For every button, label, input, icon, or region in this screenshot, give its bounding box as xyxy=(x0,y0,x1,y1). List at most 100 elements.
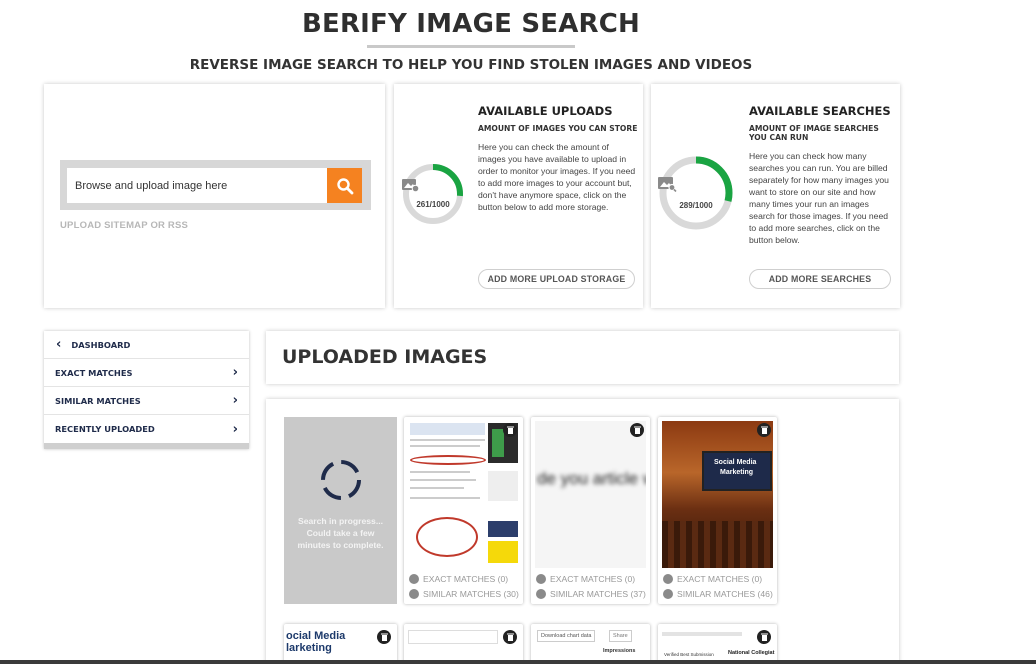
sidebar-item-label: RECENTLY UPLOADED xyxy=(55,424,155,434)
thumbnail-content xyxy=(410,455,486,465)
thumbnail-content xyxy=(410,487,464,489)
upload-card: Browse and upload image here UPLOAD SITE… xyxy=(44,84,385,308)
search-icon xyxy=(336,177,353,194)
sidebar-item-dashboard[interactable]: ‹ DASHBOARD xyxy=(44,331,249,359)
thumbnail-content xyxy=(410,445,480,447)
delete-trash-icon[interactable] xyxy=(377,630,391,644)
thumbnail-text: Impressions xyxy=(603,648,636,654)
search-button[interactable] xyxy=(327,168,362,203)
uploaded-image-card[interactable]: Social Media Marketing EXACT MATCHES (0)… xyxy=(658,417,777,604)
thumbnail-content xyxy=(410,423,485,435)
uploaded-image-thumbnail[interactable]: Social Media Marketing xyxy=(662,421,773,568)
uploaded-image-thumbnail[interactable]: de you article wi xyxy=(535,421,646,568)
banner-text-1: Social Media xyxy=(714,459,757,466)
globe-icon xyxy=(409,574,419,584)
chevron-right-icon: › xyxy=(232,421,238,437)
thumbnail-content xyxy=(416,517,478,557)
share-icon xyxy=(536,589,546,599)
delete-trash-icon[interactable] xyxy=(503,630,517,644)
pending-search-text: Search in progress... Could take a few m… xyxy=(297,516,384,550)
section-title: UPLOADED IMAGES xyxy=(282,346,488,368)
pending-search-tile: Search in progress... Could take a few m… xyxy=(284,417,397,604)
uploaded-image-card[interactable]: Download chart data Share Impressions xyxy=(531,624,650,664)
sidebar-item-label: DASHBOARD xyxy=(71,339,131,350)
similar-matches-link[interactable]: SIMILAR MATCHES (30) xyxy=(409,589,519,599)
similar-matches-link[interactable]: SIMILAR MATCHES (37) xyxy=(536,589,646,599)
uploaded-image-card[interactable]: ocial Media larketing xyxy=(284,624,397,664)
thumbnail-text: Share xyxy=(609,630,632,642)
uploaded-image-card[interactable]: Verified Best Submission National Colleg… xyxy=(658,624,777,664)
uploaded-image-card[interactable]: de you article wi EXACT MATCHES (0) SIMI… xyxy=(531,417,650,604)
sidebar-nav: ‹ DASHBOARD EXACT MATCHES › SIMILAR MATC… xyxy=(44,331,249,449)
image-upload-icon xyxy=(401,178,465,192)
thumbnail-text: Verified Best Submission xyxy=(664,652,714,657)
uploads-title: AVAILABLE UPLOADS xyxy=(478,104,613,118)
thumbnail-content xyxy=(410,479,476,481)
delete-trash-icon[interactable] xyxy=(757,423,771,437)
delete-trash-icon[interactable] xyxy=(757,630,771,644)
searches-description: Here you can check how many searches you… xyxy=(749,151,889,245)
thumbnail-content xyxy=(408,630,498,644)
thumbnail-content xyxy=(662,632,742,636)
uploaded-images-header: UPLOADED IMAGES xyxy=(266,331,899,384)
blurred-text: de you article wi xyxy=(537,469,646,488)
searches-title: AVAILABLE SEARCHES xyxy=(749,104,891,118)
sidebar-item-exact-matches[interactable]: EXACT MATCHES › xyxy=(44,359,249,387)
thumbnail-text: ocial Media xyxy=(286,630,346,642)
thumbnail-text: larketing xyxy=(286,642,332,654)
exact-matches-link[interactable]: EXACT MATCHES (0) xyxy=(663,574,762,584)
similar-matches-label: SIMILAR MATCHES (30) xyxy=(423,589,519,599)
searches-count: 289/1000 xyxy=(679,201,713,210)
exact-matches-label: EXACT MATCHES (0) xyxy=(423,574,509,584)
thumbnail-content xyxy=(410,471,470,473)
thumbnail-content xyxy=(662,521,773,568)
delete-trash-icon[interactable] xyxy=(503,423,517,437)
thumbnail-content xyxy=(410,439,485,441)
thumbnail-text: Download chart data xyxy=(537,630,596,642)
thumbnail-content xyxy=(488,471,518,501)
loading-spinner-icon xyxy=(321,460,361,500)
chevron-right-icon: › xyxy=(232,393,238,408)
uploads-count: 261/1000 xyxy=(416,200,450,209)
thumbnail-content xyxy=(488,541,518,563)
page-subtitle: REVERSE IMAGE SEARCH TO HELP YOU FIND ST… xyxy=(189,57,753,73)
upload-box: Browse and upload image here xyxy=(60,160,371,210)
chevron-right-icon: › xyxy=(232,365,238,380)
delete-trash-icon[interactable] xyxy=(630,423,644,437)
share-icon xyxy=(409,589,419,599)
upload-sitemap-link[interactable]: UPLOAD SITEMAP OR RSS xyxy=(60,220,188,231)
similar-matches-label: SIMILAR MATCHES (37) xyxy=(550,589,646,599)
exact-matches-link[interactable]: EXACT MATCHES (0) xyxy=(536,574,635,584)
chevron-left-icon: ‹ xyxy=(56,337,62,352)
page-title: BERIFY IMAGE SEARCH xyxy=(301,9,640,39)
sidebar-item-label: EXACT MATCHES xyxy=(55,367,133,378)
add-upload-storage-button[interactable]: ADD MORE UPLOAD STORAGE xyxy=(478,269,635,289)
image-search-icon xyxy=(657,176,735,192)
globe-icon xyxy=(536,574,546,584)
globe-icon xyxy=(663,574,673,584)
exact-matches-label: EXACT MATCHES (0) xyxy=(677,574,763,584)
banner-text-2: Marketing xyxy=(720,469,754,476)
thumbnail-content xyxy=(488,521,518,537)
searches-subtitle: AMOUNT OF IMAGE SEARCHES YOU CAN RUN xyxy=(749,124,879,142)
uploads-ring: 261/1000 xyxy=(401,162,465,226)
browse-upload-input[interactable]: Browse and upload image here xyxy=(67,168,327,203)
sidebar-item-recently-uploaded[interactable]: RECENTLY UPLOADED › xyxy=(44,415,249,443)
title-underline xyxy=(367,45,575,48)
available-searches-card: 289/1000 AVAILABLE SEARCHES AMOUNT OF IM… xyxy=(651,84,900,308)
searches-ring: 289/1000 xyxy=(657,154,735,232)
similar-matches-link[interactable]: SIMILAR MATCHES (46) xyxy=(663,589,773,599)
uploaded-image-card[interactable]: EXACT MATCHES (0) SIMILAR MATCHES (30) xyxy=(404,417,523,604)
uploads-subtitle: AMOUNT OF IMAGES YOU CAN STORE xyxy=(478,124,638,133)
thumbnail-text: National Collegiat xyxy=(728,650,775,656)
exact-matches-label: EXACT MATCHES (0) xyxy=(550,574,636,584)
bottom-background-strip xyxy=(0,660,1036,664)
uploaded-image-thumbnail[interactable] xyxy=(408,421,519,568)
add-searches-button[interactable]: ADD MORE SEARCHES xyxy=(749,269,891,289)
similar-matches-label: SIMILAR MATCHES (46) xyxy=(677,589,773,599)
share-icon xyxy=(663,589,673,599)
sidebar-item-label: SIMILAR MATCHES xyxy=(55,395,141,406)
exact-matches-link[interactable]: EXACT MATCHES (0) xyxy=(409,574,508,584)
sidebar-item-similar-matches[interactable]: SIMILAR MATCHES › xyxy=(44,387,249,415)
uploaded-image-card[interactable] xyxy=(404,624,523,664)
